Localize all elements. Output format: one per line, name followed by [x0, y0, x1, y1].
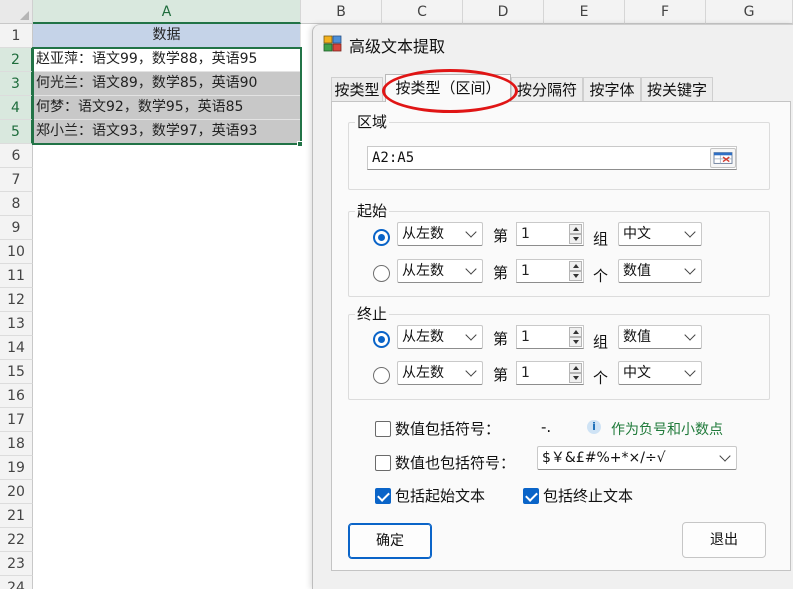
include-start-label: 包括起始文本: [395, 487, 486, 505]
end-number-1-stepper[interactable]: 1: [516, 325, 584, 349]
include-end-checkbox[interactable]: [523, 488, 539, 504]
range-select-icon[interactable]: [710, 148, 736, 168]
end-label: 终止: [355, 303, 390, 324]
start-di-label-1: 第: [493, 227, 509, 245]
spin-down-icon[interactable]: [569, 234, 582, 244]
num-also-label: 数值也包括符号：: [395, 454, 516, 472]
row-header-19[interactable]: 19: [0, 456, 33, 480]
end-radio-single[interactable]: [373, 367, 390, 384]
row-header-20[interactable]: 20: [0, 480, 33, 504]
row-header-7[interactable]: 7: [0, 168, 33, 192]
advanced-text-extract-dialog: 高级文本提取 按类型 按类型（区间） 按分隔符 按字体 按关键字 区域 A2:A…: [312, 24, 793, 589]
start-type-1-select[interactable]: 中文: [618, 222, 702, 246]
column-header-b[interactable]: B: [301, 0, 382, 24]
row-header-21[interactable]: 21: [0, 504, 33, 528]
row-header-22[interactable]: 22: [0, 528, 33, 552]
spin-down-icon[interactable]: [569, 373, 582, 383]
region-label: 区域: [355, 111, 390, 132]
column-header-e[interactable]: E: [544, 0, 625, 24]
num-also-checkbox[interactable]: [375, 455, 391, 471]
row-header-11[interactable]: 11: [0, 264, 33, 288]
start-direction-2-select[interactable]: 从左数: [397, 259, 483, 283]
cell-a3[interactable]: 何光兰：语文89，数学85，英语90: [33, 72, 301, 96]
start-label: 起始: [355, 200, 390, 221]
row-header-18[interactable]: 18: [0, 432, 33, 456]
tab-by-delimiter[interactable]: 按分隔符: [511, 77, 583, 101]
include-end-label: 包括终止文本: [543, 487, 634, 505]
start-unit-label-1: 组: [593, 230, 609, 248]
cell-a2[interactable]: 赵亚萍：语文99，数学88，英语95: [33, 48, 301, 72]
column-header-a[interactable]: A: [33, 0, 301, 24]
tab-by-font[interactable]: 按字体: [583, 77, 641, 101]
end-direction-1-select[interactable]: 从左数: [397, 325, 483, 349]
end-radio-group[interactable]: [373, 331, 390, 348]
spin-down-icon[interactable]: [569, 271, 582, 281]
row-header-14[interactable]: 14: [0, 336, 33, 360]
fill-handle[interactable]: [297, 141, 303, 147]
end-type-1-select[interactable]: 数值: [618, 325, 702, 349]
include-start-checkbox[interactable]: [375, 488, 391, 504]
spin-up-icon[interactable]: [569, 327, 582, 337]
row-header-24[interactable]: 24: [0, 576, 33, 589]
spin-up-icon[interactable]: [569, 363, 582, 373]
row-header-12[interactable]: 12: [0, 288, 33, 312]
column-header-g[interactable]: G: [706, 0, 793, 24]
column-header-f[interactable]: F: [625, 0, 706, 24]
exit-button[interactable]: 退出: [682, 522, 766, 558]
start-direction-1-select[interactable]: 从左数: [397, 222, 483, 246]
row-header-13[interactable]: 13: [0, 312, 33, 336]
row-header-4[interactable]: 4: [0, 96, 33, 120]
num-symbol-checkbox[interactable]: [375, 421, 391, 437]
start-number-2-stepper[interactable]: 1: [516, 259, 584, 283]
row-header-3[interactable]: 3: [0, 72, 33, 96]
row-header-17[interactable]: 17: [0, 408, 33, 432]
spin-up-icon[interactable]: [569, 261, 582, 271]
row-header-9[interactable]: 9: [0, 216, 33, 240]
row-header-5[interactable]: 5: [0, 120, 33, 144]
region-input[interactable]: A2:A5: [367, 146, 737, 170]
app-icon: [323, 35, 342, 52]
num-symbol-value: -.: [541, 418, 552, 436]
column-header-d[interactable]: D: [463, 0, 544, 24]
start-radio-single[interactable]: [373, 265, 390, 282]
num-symbol-hint: 作为负号和小数点: [611, 422, 723, 438]
cell-a4[interactable]: 何梦：语文92，数学95，英语85: [33, 96, 301, 120]
end-di-label-2: 第: [493, 366, 509, 384]
spin-up-icon[interactable]: [569, 224, 582, 234]
end-unit-label-1: 组: [593, 333, 609, 351]
tab-by-type-range[interactable]: 按类型（区间）: [385, 74, 511, 102]
row-header-6[interactable]: 6: [0, 144, 33, 168]
end-unit-label-2: 个: [593, 369, 609, 387]
ok-button[interactable]: 确定: [348, 523, 432, 559]
end-direction-2-select[interactable]: 从左数: [397, 361, 483, 385]
tab-by-keyword[interactable]: 按关键字: [641, 77, 713, 101]
end-type-2-select[interactable]: 中文: [618, 361, 702, 385]
row-header-15[interactable]: 15: [0, 360, 33, 384]
start-number-1-stepper[interactable]: 1: [516, 222, 584, 246]
row-header-16[interactable]: 16: [0, 384, 33, 408]
spin-down-icon[interactable]: [569, 337, 582, 347]
dialog-title: 高级文本提取: [349, 37, 446, 56]
row-header-2[interactable]: 2: [0, 48, 33, 72]
row-header-8[interactable]: 8: [0, 192, 33, 216]
tab-by-type[interactable]: 按类型: [331, 77, 383, 101]
cell-a1[interactable]: 数据: [33, 24, 301, 48]
select-all-corner[interactable]: [0, 0, 33, 24]
start-type-2-select[interactable]: 数值: [618, 259, 702, 283]
info-icon: i: [587, 420, 601, 434]
row-header-1[interactable]: 1: [0, 24, 33, 48]
num-symbol-label: 数值包括符号：: [395, 420, 501, 438]
row-header-23[interactable]: 23: [0, 552, 33, 576]
end-di-label-1: 第: [493, 330, 509, 348]
start-radio-group[interactable]: [373, 229, 390, 246]
row-header-10[interactable]: 10: [0, 240, 33, 264]
start-unit-label-2: 个: [593, 267, 609, 285]
column-header-c[interactable]: C: [382, 0, 463, 24]
end-number-2-stepper[interactable]: 1: [516, 361, 584, 385]
cell-a5[interactable]: 郑小兰：语文93，数学97，英语93: [33, 120, 301, 144]
num-also-select[interactable]: $￥&£#%+*×/÷√: [537, 446, 737, 470]
start-di-label-2: 第: [493, 264, 509, 282]
